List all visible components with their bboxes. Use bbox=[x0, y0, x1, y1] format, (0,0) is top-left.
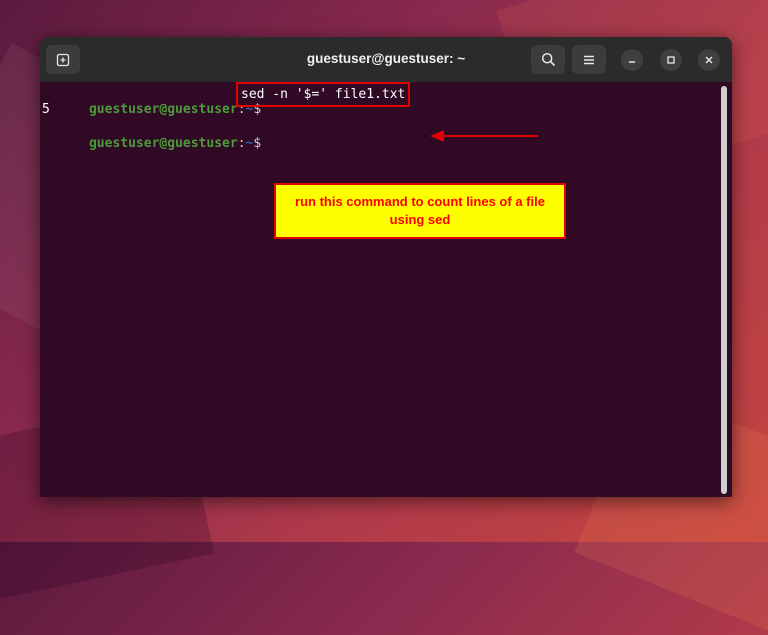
maximize-icon bbox=[667, 56, 675, 64]
prompt-user: guestuser@guestuser bbox=[88, 102, 238, 117]
annotation-arrow bbox=[430, 130, 538, 142]
title-bar[interactable]: guestuser@guestuser: ~ bbox=[40, 37, 732, 83]
prompt-symbol: $ bbox=[253, 136, 262, 151]
scrollbar[interactable] bbox=[721, 86, 727, 494]
minimize-button[interactable] bbox=[621, 49, 643, 71]
prompt-separator: : bbox=[237, 136, 246, 151]
terminal-line-command: guestuser@guestuser:~$ sed -n '$=' file1… bbox=[42, 82, 411, 117]
highlighted-command: sed -n '$=' file1.txt bbox=[236, 82, 411, 107]
terminal-window: guestuser@guestuser: ~ guestuser@guestus… bbox=[40, 37, 732, 497]
search-button[interactable] bbox=[531, 45, 565, 74]
terminal-line-prompt: guestuser@guestuser:~$ bbox=[42, 118, 261, 151]
menu-button[interactable] bbox=[572, 45, 606, 74]
maximize-button[interactable] bbox=[660, 49, 682, 71]
close-icon bbox=[705, 56, 713, 64]
search-icon bbox=[541, 52, 555, 67]
prompt-user: guestuser@guestuser bbox=[88, 136, 238, 151]
annotation-callout: run this command to count lines of a fil… bbox=[274, 183, 566, 239]
hamburger-menu-icon bbox=[584, 55, 594, 64]
terminal-line-output: 5 bbox=[42, 102, 50, 117]
minimize-icon bbox=[629, 61, 635, 63]
terminal-output[interactable]: guestuser@guestuser:~$ sed -n '$=' file1… bbox=[40, 82, 732, 497]
close-button[interactable] bbox=[698, 49, 720, 71]
